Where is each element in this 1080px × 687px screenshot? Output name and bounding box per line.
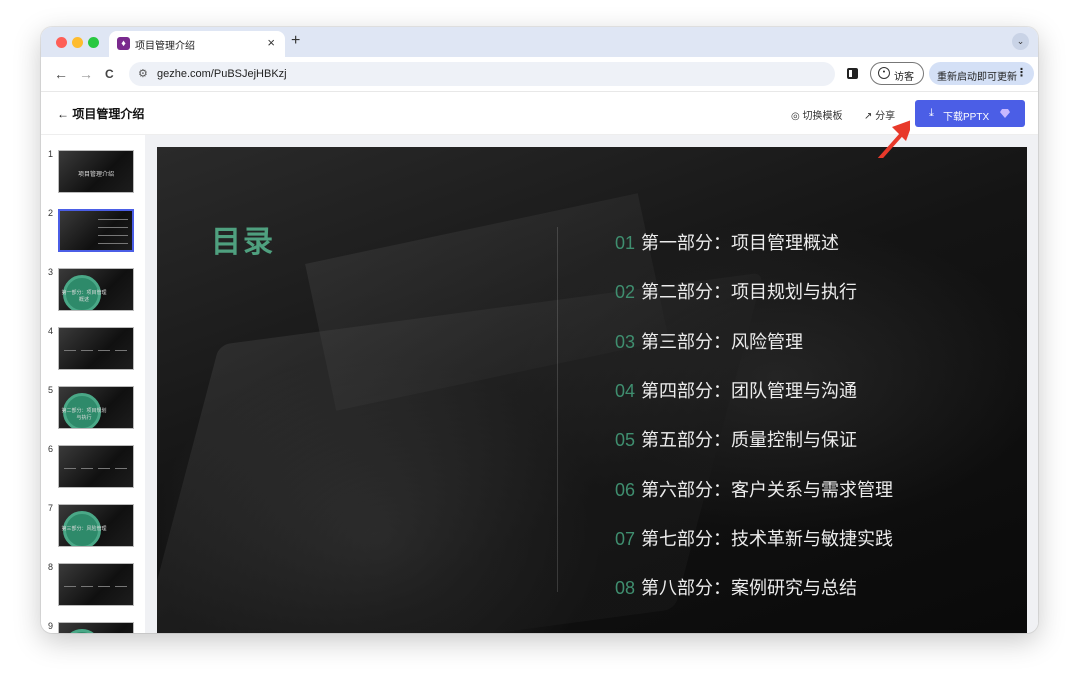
thumbnail-text-line (98, 227, 128, 228)
profile-button[interactable]: • 访客 (870, 62, 924, 85)
thumbnail-text-line (81, 468, 93, 469)
toc-item-label: 第三部分：风险管理 (641, 331, 804, 352)
thumbnail-number: 7 (48, 503, 54, 513)
slide-canvas: 目录 01 第一部分：项目管理概述 02 第二部分：项目规划与执行 03 第三部分：风险管… (145, 135, 1038, 633)
thumbnail-text-line (64, 350, 76, 351)
toc-item-label: 第八部分：案例研究与总结 (641, 578, 858, 599)
thumbnail-text-line (64, 468, 76, 469)
thumbnail-text-line (98, 586, 110, 587)
thumbnail-circle (63, 629, 101, 633)
thumbnail-text-line (115, 586, 127, 587)
toc-item-number: 02 (615, 282, 636, 303)
thumbnail-title: 项目管理介绍 (77, 172, 114, 178)
toc-item: 03 第三部分：风险管理 (615, 328, 803, 354)
url-text[interactable]: gezhe.com/PuBSJejHBKzj (157, 68, 287, 80)
back-to-project-link[interactable]: ← 项目管理介绍 (57, 105, 144, 122)
address-bar[interactable]: ⚙ gezhe.com/PuBSJejHBKzj (129, 62, 835, 86)
maximize-window-button[interactable] (88, 37, 99, 48)
slide-thumbnail[interactable]: 第一部分：项目管理概述 (58, 268, 134, 311)
toc-item-label: 第五部分：质量控制与保证 (641, 430, 858, 451)
thumbnail-text-line (98, 235, 128, 236)
site-favicon-icon: ♦ (117, 37, 130, 50)
slide-thumbnail-list[interactable]: 1 项目管理介绍 2 3 第一部分：项目管理概述 4 5 第二部分：项目规划与执行 6 7 第三部分… (41, 135, 145, 633)
toc-item-number: 04 (615, 380, 636, 401)
close-window-button[interactable] (56, 37, 67, 48)
thumbnail-text-line (98, 468, 110, 469)
back-button[interactable]: ← (54, 66, 68, 82)
slide-divider (557, 227, 558, 592)
toc-item-label: 第六部分：客户关系与需求管理 (641, 479, 894, 500)
toc-item-number: 08 (615, 578, 636, 599)
toc-item-label: 第四部分：团队管理与沟通 (641, 380, 858, 401)
thumbnail-number: 4 (48, 326, 54, 336)
thumbnail-title: 第二部分：项目规划与执行 (61, 408, 107, 421)
download-pptx-button[interactable]: ⤓ 下载PPTX (915, 100, 1025, 127)
download-label: 下载PPTX (943, 112, 990, 123)
thumbnail-number: 6 (48, 444, 54, 454)
toc-item: 07 第七部分：技术革新与敏捷实践 (615, 525, 893, 551)
slide-thumbnail[interactable] (58, 563, 134, 606)
slide-thumbnail[interactable]: 第二部分：项目规划与执行 (58, 386, 134, 429)
update-label: 重新启动即可更新 (937, 72, 1017, 83)
guest-avatar-icon: • (878, 67, 890, 79)
slide-thumbnail[interactable] (58, 622, 134, 633)
download-icon: ⤓ (929, 107, 934, 119)
slide-thumbnail[interactable] (58, 445, 134, 488)
toc-item: 05 第五部分：质量控制与保证 (615, 426, 857, 452)
thumbnail-title: 第三部分：风险管理 (61, 526, 107, 532)
toc-item: 04 第四部分：团队管理与沟通 (615, 377, 857, 403)
slide-title: 目录 (211, 226, 275, 259)
toc-item: 08 第八部分：案例研究与总结 (615, 574, 857, 600)
thumbnail-text-line (98, 243, 128, 244)
toc-item: 01 第一部分：项目管理概述 (615, 229, 839, 255)
reload-button[interactable]: C (105, 66, 114, 82)
toc-item-number: 07 (615, 528, 636, 549)
menu-dots-icon[interactable]: ⋮ (1016, 66, 1027, 79)
thumbnail-text-line (98, 350, 110, 351)
slide-thumbnail[interactable]: 第三部分：风险管理 (58, 504, 134, 547)
palette-icon: ◎ (791, 111, 803, 122)
relaunch-update-button[interactable]: 重新启动即可更新 ⋮ (929, 62, 1034, 85)
toc-item-label: 第二部分：项目规划与执行 (641, 282, 858, 303)
toc-item-number: 05 (615, 430, 636, 451)
thumbnail-number: 9 (48, 621, 54, 631)
toc-item-number: 03 (615, 331, 636, 352)
toc-item-number: 01 (615, 233, 636, 253)
profile-label: 访客 (894, 72, 914, 83)
toc-item-label: 第一部分：项目管理概述 (641, 233, 840, 253)
toc-item-number: 06 (615, 479, 636, 500)
browser-tab[interactable]: ♦ 项目管理介绍 × (109, 31, 285, 57)
thumbnail-text-line (81, 350, 93, 351)
thumbnail-text-line (64, 586, 76, 587)
toc-item: 02 第二部分：项目规划与执行 (615, 278, 857, 304)
tab-close-icon[interactable]: × (267, 35, 275, 51)
thumbnail-number: 2 (48, 208, 54, 218)
thumbnail-number: 3 (48, 267, 54, 277)
side-panel-icon[interactable] (847, 68, 858, 79)
thumbnail-text-line (81, 586, 93, 587)
thumbnail-title: 第一部分：项目管理概述 (61, 290, 107, 303)
new-tab-button[interactable]: + (291, 32, 300, 50)
thumbnail-text-line (115, 350, 127, 351)
slide-thumbnail[interactable] (58, 209, 134, 252)
thumbnail-number: 5 (48, 385, 54, 395)
toc-item-label: 第七部分：技术革新与敏捷实践 (641, 528, 894, 549)
tab-title: 项目管理介绍 (135, 41, 195, 52)
site-info-icon[interactable]: ⚙ (138, 67, 148, 80)
thumbnail-number: 8 (48, 562, 54, 572)
toc-item: 06 第六部分：客户关系与需求管理 (615, 476, 893, 502)
thumbnail-text-line (98, 219, 128, 220)
slide-thumbnail[interactable]: 项目管理介绍 (58, 150, 134, 193)
slide-thumbnail[interactable] (58, 327, 134, 370)
minimize-window-button[interactable] (72, 37, 83, 48)
forward-button[interactable]: → (79, 66, 93, 82)
thumbnail-number: 1 (48, 149, 54, 159)
tab-strip: ♦ 项目管理介绍 × + ⌄ (41, 27, 1038, 57)
premium-gem-icon (1000, 109, 1010, 118)
slide-toc[interactable]: 目录 01 第一部分：项目管理概述 02 第二部分：项目规划与执行 03 第三部分：风险管… (157, 147, 1027, 633)
red-pointer-arrow-icon (877, 120, 910, 158)
thumbnail-text-line (115, 468, 127, 469)
tab-search-button[interactable]: ⌄ (1012, 33, 1029, 50)
